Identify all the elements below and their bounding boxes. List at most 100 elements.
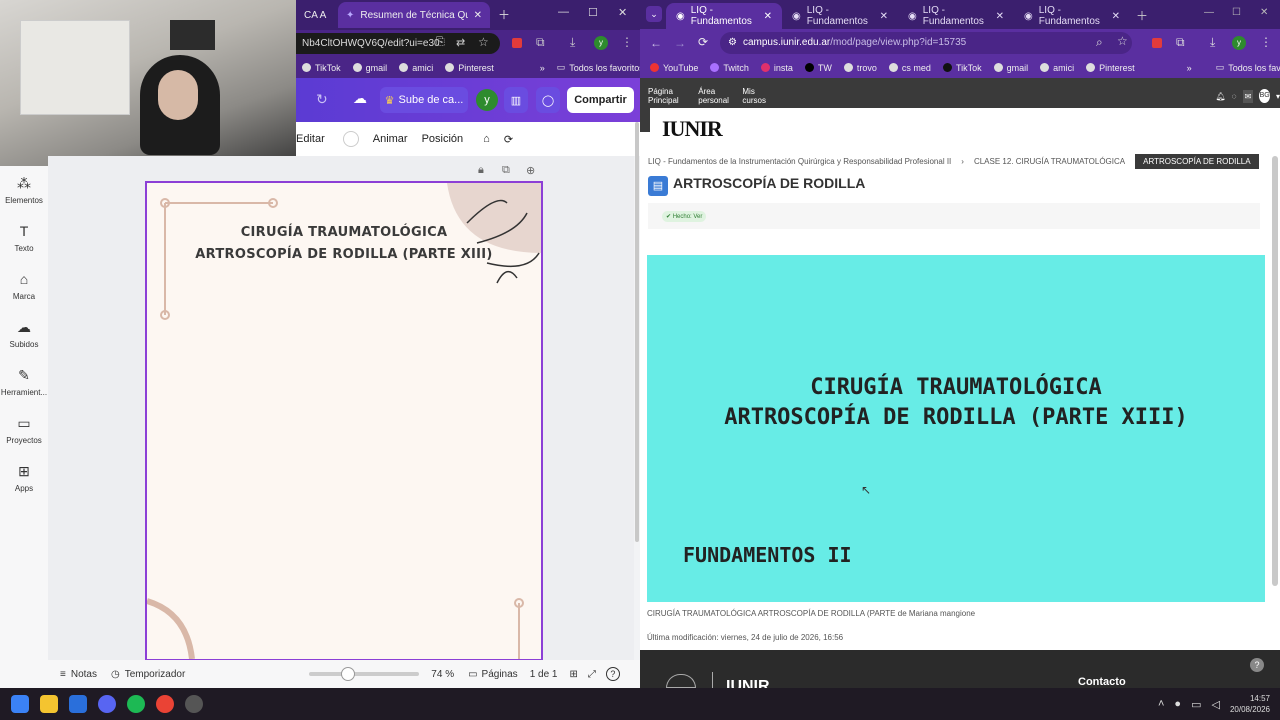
download-icon[interactable]: ⤓ <box>1210 35 1215 50</box>
file-explorer-icon[interactable] <box>40 695 58 713</box>
bookmark-gmail[interactable]: gmail <box>993 63 1028 73</box>
grid-view-icon[interactable]: ⊞ <box>570 669 578 680</box>
minimize-button[interactable]: — <box>1204 7 1214 18</box>
extension-icon[interactable] <box>512 38 522 48</box>
chat-icon[interactable]: ◌ <box>1232 92 1237 101</box>
bookmark-gmail[interactable]: gmail <box>352 63 387 73</box>
bell-icon[interactable]: 🔔︎ <box>1216 92 1226 101</box>
bookmark-youtube[interactable]: YouTube <box>650 63 698 73</box>
page-scrollbar[interactable] <box>1272 156 1278 586</box>
add-page-icon[interactable]: ⊕ <box>526 164 535 177</box>
doc-title-line1[interactable]: CIRUGÍA TRAUMATOLÓGICA <box>147 225 541 240</box>
cast-icon[interactable]: ⎘ <box>436 36 445 49</box>
star-icon[interactable]: ☆ <box>478 35 489 49</box>
refresh-icon[interactable]: ⟳ <box>504 133 513 146</box>
redo-icon[interactable]: ↻ <box>316 91 328 108</box>
back-icon[interactable]: ← <box>650 36 662 50</box>
sidebar-item-brand[interactable]: ⌂ Marca <box>0 262 48 310</box>
nav-home[interactable]: Página Principal <box>648 87 692 105</box>
design-page[interactable]: CIRUGÍA TRAUMATOLÓGICA ARTROSCOPÍA DE RO… <box>145 181 543 661</box>
position-button[interactable]: Posición <box>422 133 464 145</box>
close-icon[interactable]: ✕ <box>1112 11 1120 22</box>
bookmark-csmed[interactable]: cs med <box>888 63 931 73</box>
reload-icon[interactable]: ⟳ <box>698 35 708 49</box>
forward-icon[interactable]: → <box>674 36 686 50</box>
insights-icon[interactable]: ▥ <box>504 87 528 113</box>
sidebar-item-tools[interactable]: ✎ Herramient... <box>0 358 48 406</box>
sidebar-item-projects[interactable]: ▭ Proyectos <box>0 406 48 454</box>
edit-button[interactable]: Editar <box>296 133 325 145</box>
network-icon[interactable]: ▭ <box>1191 698 1201 711</box>
new-tab-button[interactable]: ＋ <box>498 6 510 23</box>
discord-icon[interactable] <box>98 695 116 713</box>
microphone-icon[interactable]: ● <box>1174 698 1181 710</box>
mail-icon[interactable]: ✉ <box>1242 89 1254 103</box>
url-field[interactable]: ⚙ campus.iunir.edu.ar/mod/page/view.php?i… <box>720 32 1132 54</box>
spotify-icon[interactable] <box>127 695 145 713</box>
drawer-toggle[interactable] <box>640 108 650 132</box>
color-swatch[interactable] <box>342 131 359 147</box>
new-tab-button[interactable]: ＋ <box>1136 7 1148 24</box>
iunir-logo[interactable]: IUNIR <box>662 116 723 142</box>
close-icon[interactable]: ✕ <box>996 11 1004 22</box>
bookmark-amici[interactable]: amici <box>399 63 433 73</box>
obs-icon[interactable] <box>185 695 203 713</box>
bookmark-twitch[interactable]: Twitch <box>710 63 749 73</box>
zoom-slider[interactable] <box>309 667 420 681</box>
menu-icon[interactable]: ⋮ <box>1260 35 1272 49</box>
tab-canva[interactable]: CA A <box>296 2 336 28</box>
breadcrumb-course[interactable]: LIQ - Fundamentos de la Instrumentación … <box>648 157 951 166</box>
tab-liq-1[interactable]: ◉ LIQ - Fundamentos ✕ <box>666 3 782 29</box>
site-info-icon[interactable]: ⚙ <box>728 37 737 48</box>
user-avatar[interactable]: y <box>476 89 498 111</box>
bookmark-pinterest[interactable]: Pinterest <box>1086 63 1135 73</box>
completion-badge[interactable]: ✔ Hecho: Ver <box>662 211 707 222</box>
store-icon[interactable] <box>69 695 87 713</box>
download-icon[interactable]: ⤓ <box>570 35 575 50</box>
bookmark-trovo[interactable]: trovo <box>843 63 877 73</box>
bookmark-tw[interactable]: TW <box>804 63 832 73</box>
caret-down-icon[interactable]: ▾ <box>1276 92 1280 101</box>
notes-button[interactable]: Notas <box>71 669 97 680</box>
tray-chevron-icon[interactable]: ˄ <box>1158 698 1164 710</box>
comment-icon[interactable]: ◯ <box>536 87 560 113</box>
profile-avatar[interactable]: y <box>1232 36 1246 50</box>
clock[interactable]: 14:57 20/08/2026 <box>1230 693 1270 715</box>
star-icon[interactable]: ☆ <box>1117 34 1128 48</box>
extension-icon[interactable] <box>1152 38 1162 48</box>
pages-button[interactable]: Páginas <box>482 669 518 680</box>
nav-dashboard[interactable]: Área personal <box>698 87 736 105</box>
bookmarks-folder[interactable]: ▭Todos los favoritos <box>557 62 644 73</box>
sidebar-item-apps[interactable]: ⊞ Apps <box>0 454 48 502</box>
footer-contact[interactable]: Contacto <box>1078 676 1126 688</box>
minimize-button[interactable]: — <box>558 6 569 18</box>
duplicate-icon[interactable]: ⧉ <box>502 164 510 177</box>
animate-button[interactable]: Animar <box>373 133 408 145</box>
translate-icon[interactable]: ⇄ <box>456 36 465 49</box>
breadcrumb-section[interactable]: CLASE 12. CIRUGÍA TRAUMATOLÓGICA <box>974 157 1125 166</box>
sidebar-item-uploads[interactable]: ☁ Subidos <box>0 310 48 358</box>
tab-liq-4[interactable]: ◉ LIQ - Fundamentos ✕ <box>1014 3 1130 29</box>
sidebar-item-elements[interactable]: ⁂ Elementos <box>0 166 48 214</box>
timer-button[interactable]: Temporizador <box>125 669 186 680</box>
tab-liq-2[interactable]: ◉ LIQ - Fundamentos ✕ <box>782 3 898 29</box>
volume-icon[interactable]: ◁ <box>1211 698 1219 711</box>
help-icon[interactable]: ? <box>605 667 620 681</box>
sidebar-item-text[interactable]: T Texto <box>0 214 48 262</box>
maximize-button[interactable]: ☐ <box>1232 7 1241 18</box>
chevron-right-icon[interactable]: » <box>1187 63 1192 73</box>
bookmark-tiktok[interactable]: TikTok <box>302 63 341 73</box>
scrollbar[interactable] <box>635 122 639 542</box>
tab-search-icon[interactable]: ⌄ <box>646 6 662 22</box>
close-icon[interactable]: ✕ <box>764 11 772 22</box>
bookmark-amici[interactable]: amici <box>1040 63 1074 73</box>
lock-icon[interactable]: 🔒︎ <box>478 164 484 177</box>
help-icon[interactable]: ? <box>1250 658 1264 672</box>
zoom-value[interactable]: 74 % <box>431 669 454 680</box>
profile-avatar[interactable]: y <box>594 36 608 50</box>
cloud-sync-icon[interactable]: ☁ <box>353 90 367 107</box>
tab-liq-3[interactable]: ◉ LIQ - Fundamentos ✕ <box>898 3 1014 29</box>
upload-button[interactable]: ♛ Sube de ca... <box>380 87 468 113</box>
chrome-icon[interactable] <box>156 695 174 713</box>
close-icon[interactable]: ✕ <box>880 11 888 22</box>
